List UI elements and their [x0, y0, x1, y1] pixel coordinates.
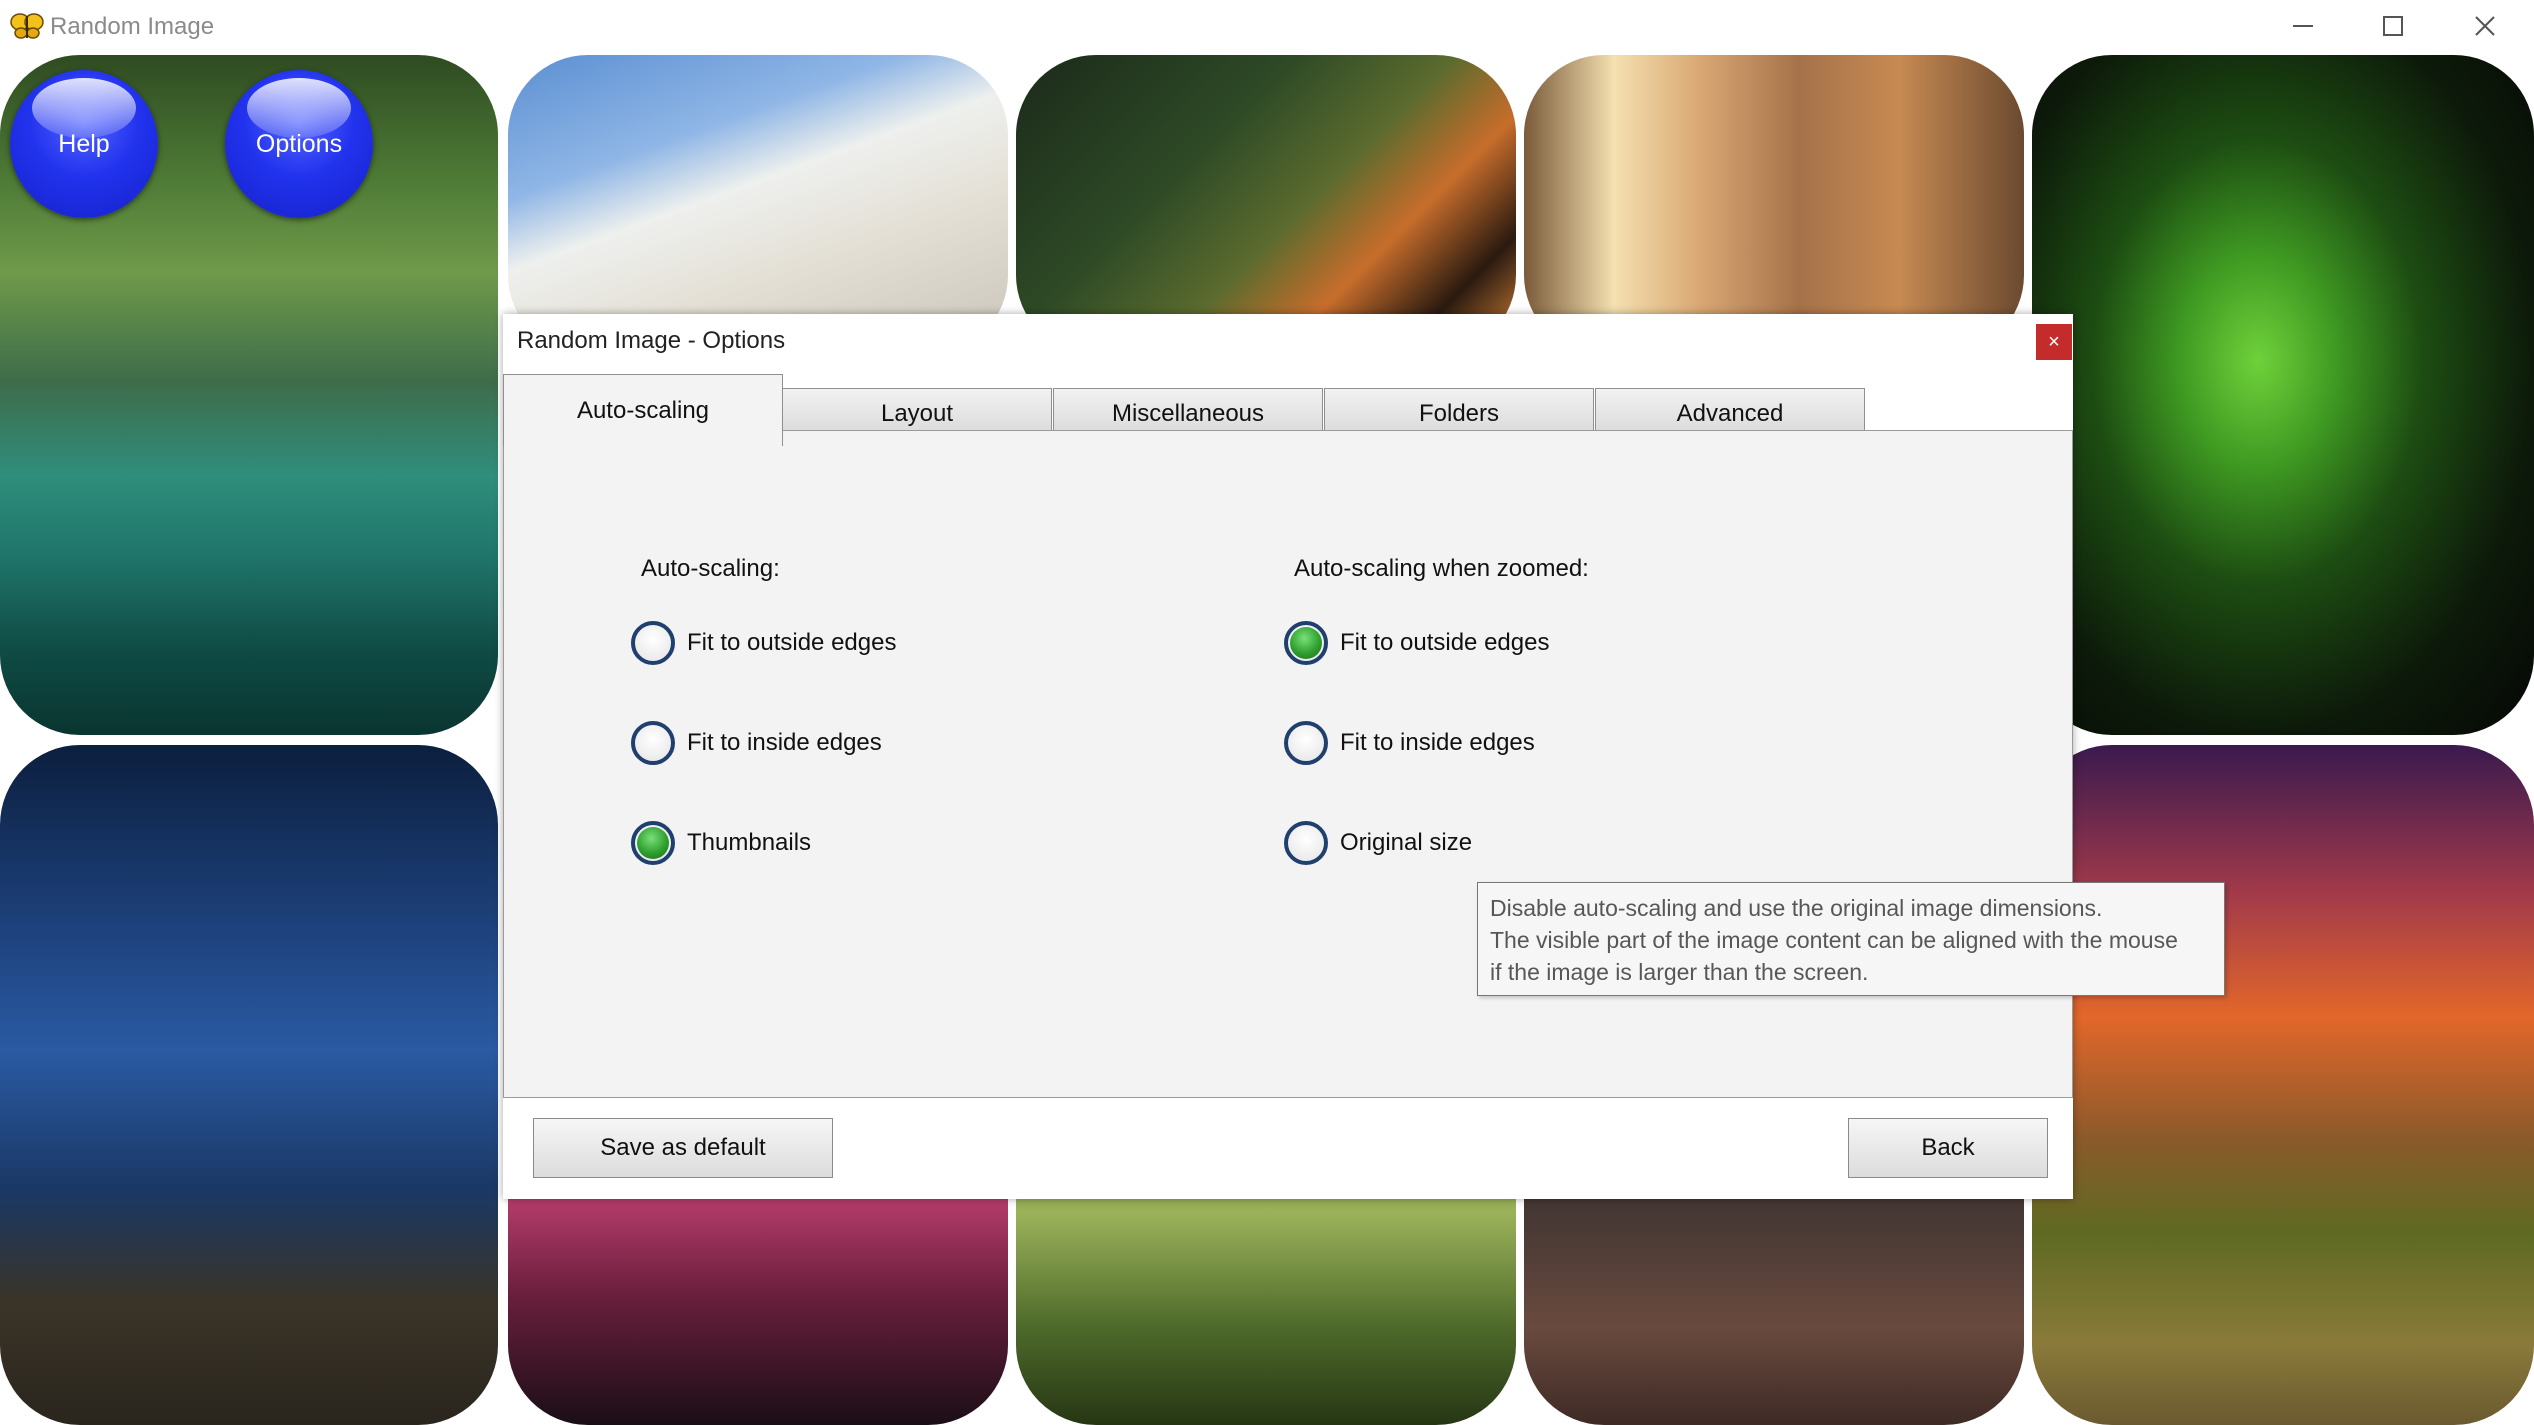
radio-label: Fit to inside edges	[1340, 729, 1535, 756]
tooltip-line: Disable auto-scaling and use the origina…	[1490, 895, 2103, 921]
radio-zoom-fit-inside[interactable]: Fit to inside edges	[1284, 721, 1535, 765]
radio-label: Fit to outside edges	[687, 629, 897, 656]
radio-zoom-fit-outside[interactable]: Fit to outside edges	[1284, 621, 1549, 665]
minimize-icon[interactable]	[2268, 6, 2338, 46]
photo-sunset-hill[interactable]	[2032, 745, 2534, 1425]
radio-checked-dot	[637, 827, 669, 859]
radio-circle[interactable]	[631, 621, 675, 665]
radio-circle[interactable]	[631, 721, 675, 765]
photo-blue-butterflies[interactable]	[0, 745, 498, 1425]
photo-tiger[interactable]	[1016, 55, 1516, 355]
radio-checked-dot	[1290, 627, 1322, 659]
options-button-label: Options	[255, 129, 343, 158]
save-as-default-button[interactable]: Save as default	[533, 1118, 833, 1178]
options-button[interactable]: Options	[225, 70, 373, 218]
back-button[interactable]: Back	[1848, 1118, 2048, 1178]
photo-fern[interactable]	[2032, 55, 2534, 735]
maximize-icon[interactable]	[2358, 6, 2428, 46]
tooltip-line: The visible part of the image content ca…	[1490, 927, 2178, 953]
window-title: Random Image	[50, 13, 215, 40]
radio-thumbnails[interactable]: Thumbnails	[631, 821, 811, 865]
radio-circle[interactable]	[1284, 821, 1328, 865]
radio-label: Thumbnails	[687, 829, 812, 856]
auto-scaling-label: Auto-scaling:	[641, 555, 780, 582]
options-dialog: Random Image - Options × Auto-scaling La…	[503, 314, 2073, 1199]
help-button-label: Help	[58, 129, 110, 158]
help-button[interactable]: Help	[10, 70, 158, 218]
tab-auto-scaling[interactable]: Auto-scaling	[503, 374, 783, 446]
tooltip-line: if the image is larger than the screen.	[1490, 959, 1869, 985]
radio-label: Original size	[1340, 829, 1473, 856]
radio-circle[interactable]	[1284, 721, 1328, 765]
radio-label: Fit to outside edges	[1340, 629, 1550, 656]
radio-zoom-original-size[interactable]: Original size	[1284, 821, 1472, 865]
window-title-bar: Random Image	[0, 0, 2534, 54]
radio-circle[interactable]	[1284, 621, 1328, 665]
auto-scaling-panel: Auto-scaling: Fit to outside edges Fit t…	[503, 430, 2073, 1098]
dialog-close-button[interactable]: ×	[2036, 324, 2072, 360]
photo-sunlit-trees[interactable]	[1524, 55, 2024, 355]
radio-circle[interactable]	[631, 821, 675, 865]
radio-fit-inside[interactable]: Fit to inside edges	[631, 721, 882, 765]
original-size-tooltip: Disable auto-scaling and use the origina…	[1477, 882, 2225, 996]
dialog-title: Random Image - Options	[517, 327, 786, 354]
close-icon[interactable]	[2450, 6, 2520, 46]
radio-label: Fit to inside edges	[687, 729, 882, 756]
photo-astronaut[interactable]	[508, 55, 1008, 355]
butterfly-icon	[10, 12, 44, 40]
radio-fit-outside[interactable]: Fit to outside edges	[631, 621, 896, 665]
auto-scaling-zoomed-label: Auto-scaling when zoomed:	[1294, 555, 1589, 582]
